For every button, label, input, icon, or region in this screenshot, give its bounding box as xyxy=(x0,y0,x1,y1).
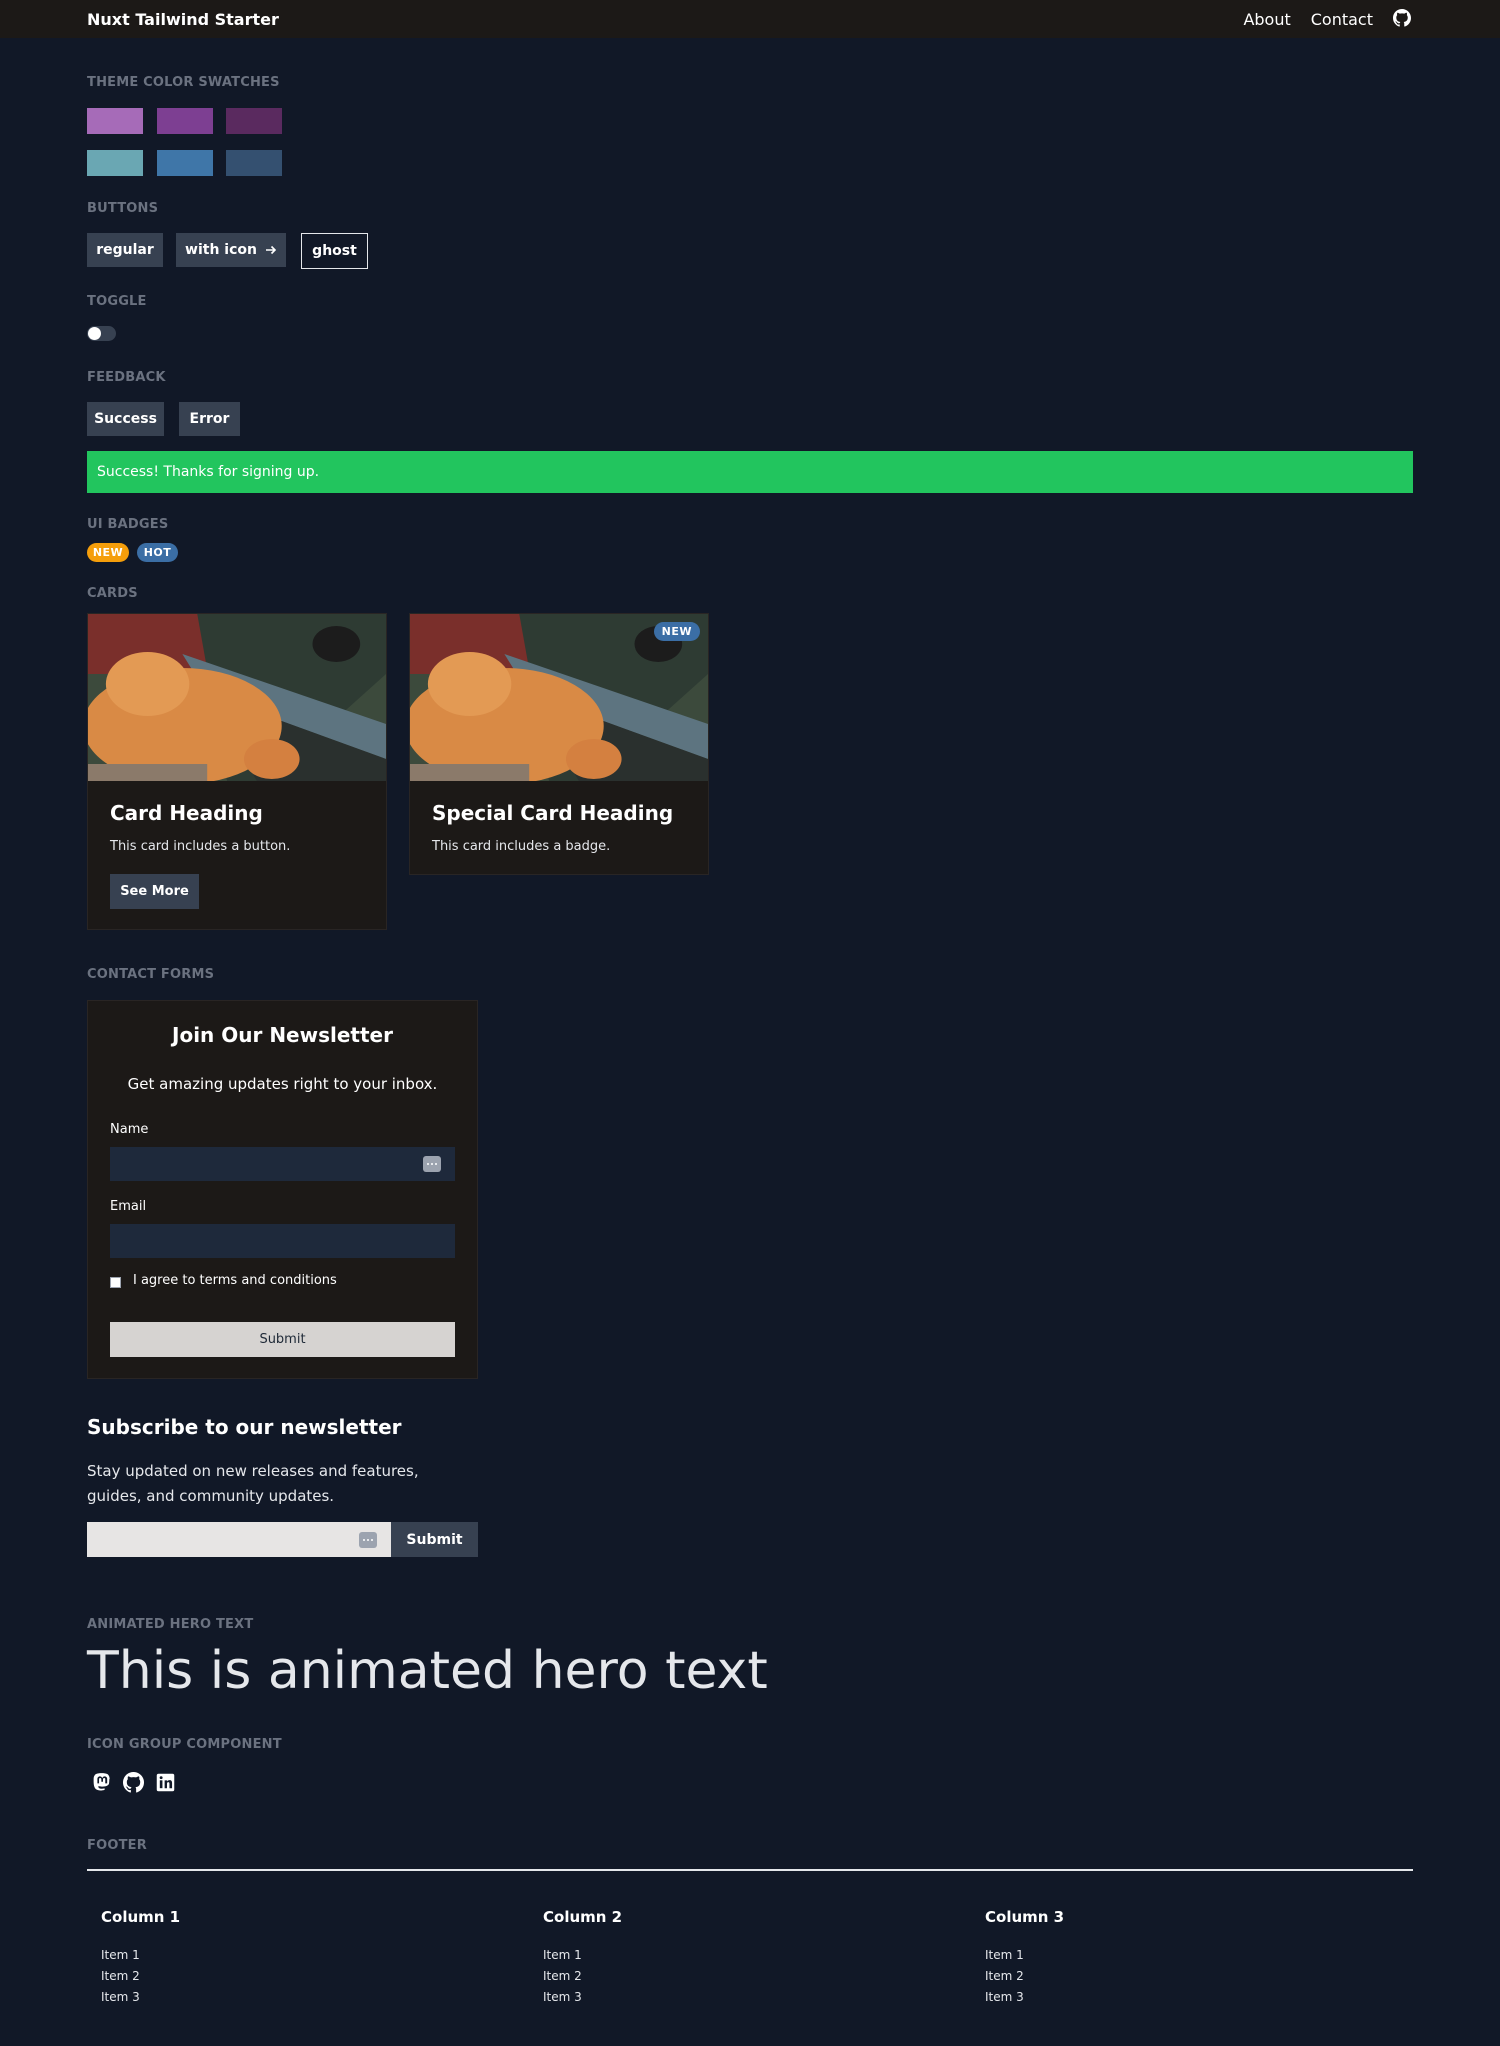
github-icon[interactable] xyxy=(1393,9,1413,29)
footer-column-title: Column 1 xyxy=(101,1908,181,1926)
name-label: Name xyxy=(110,1122,149,1137)
swatch-secondary-dark xyxy=(226,150,282,176)
card: Card Heading This card includes a button… xyxy=(87,613,387,930)
email-label: Email xyxy=(110,1199,147,1214)
hot-badge: HOT xyxy=(137,543,178,562)
form-subtitle: Get amazing updates right to your inbox. xyxy=(127,1075,438,1093)
with-icon-button-label: with icon xyxy=(185,242,257,258)
top-nav: About Contact xyxy=(1243,9,1413,29)
card-heading: Card Heading xyxy=(110,801,263,825)
card-new-badge: NEW xyxy=(653,622,700,641)
footer-item[interactable]: Item 1 xyxy=(543,1945,943,1966)
footer-item[interactable]: Item 2 xyxy=(101,1966,501,1987)
autofill-icon[interactable] xyxy=(359,1532,377,1548)
new-badge: NEW xyxy=(87,543,129,562)
toggle-knob xyxy=(88,327,101,340)
terms-checkbox[interactable] xyxy=(110,1277,121,1288)
footer-item[interactable]: Item 1 xyxy=(101,1945,501,1966)
card-image-cat xyxy=(88,614,386,781)
footer-column: Column 1 Item 1 Item 2 Item 3 xyxy=(101,1908,501,2008)
card-text: This card includes a button. xyxy=(110,839,291,854)
section-label-swatches: THEME COLOR SWATCHES xyxy=(87,75,280,90)
section-label-feedback: FEEDBACK xyxy=(87,370,166,385)
brand-title[interactable]: Nuxt Tailwind Starter xyxy=(87,10,279,29)
section-label-buttons: BUTTONS xyxy=(87,201,159,216)
email-field[interactable] xyxy=(110,1224,455,1258)
footer-item[interactable]: Item 2 xyxy=(543,1966,943,1987)
section-label-animated-hero: ANIMATED HERO TEXT xyxy=(87,1617,254,1632)
newsletter-form: Join Our Newsletter Get amazing updates … xyxy=(87,1000,478,1379)
card-heading: Special Card Heading xyxy=(432,801,674,825)
ghost-button[interactable]: ghost xyxy=(301,233,368,269)
footer-column: Column 2 Item 1 Item 2 Item 3 xyxy=(543,1908,943,2008)
nav-contact-link[interactable]: Contact xyxy=(1311,10,1373,29)
form-title: Join Our Newsletter xyxy=(172,1023,393,1047)
footer-item[interactable]: Item 3 xyxy=(543,1987,943,2008)
subscribe-title: Subscribe to our newsletter xyxy=(87,1415,402,1439)
swatch-primary-light xyxy=(87,108,143,134)
section-label-contact-forms: CONTACT FORMS xyxy=(87,967,215,982)
name-field[interactable] xyxy=(110,1147,455,1181)
see-more-button[interactable]: See More xyxy=(110,874,199,909)
footer-item[interactable]: Item 2 xyxy=(985,1966,1385,1987)
autofill-icon[interactable] xyxy=(423,1156,441,1172)
swatch-primary xyxy=(157,108,213,134)
footer-column-title: Column 2 xyxy=(543,1908,623,1926)
success-button[interactable]: Success xyxy=(87,402,164,436)
footer-item[interactable]: Item 3 xyxy=(985,1987,1385,2008)
card-text: This card includes a badge. xyxy=(432,839,611,854)
swatch-primary-dark xyxy=(226,108,282,134)
swatch-secondary xyxy=(157,150,213,176)
swatch-secondary-light xyxy=(87,150,143,176)
linkedin-icon[interactable] xyxy=(155,1772,176,1793)
footer-column: Column 3 Item 1 Item 2 Item 3 xyxy=(985,1908,1385,2008)
nav-about-link[interactable]: About xyxy=(1243,10,1290,29)
arrow-right-icon xyxy=(265,244,277,256)
section-label-footer: FOOTER xyxy=(87,1838,147,1853)
hero-text: This is animated hero text xyxy=(87,1641,768,1701)
section-label-badges: UI BADGES xyxy=(87,517,169,532)
subscribe-submit-button[interactable]: Submit xyxy=(391,1522,478,1557)
section-label-cards: CARDS xyxy=(87,586,138,601)
icon-group xyxy=(91,1772,176,1793)
footer-item[interactable]: Item 1 xyxy=(985,1945,1385,1966)
regular-button[interactable]: regular xyxy=(87,233,163,267)
mastodon-icon[interactable] xyxy=(91,1772,112,1793)
form-submit-button[interactable]: Submit xyxy=(110,1322,455,1357)
success-alert: Success! Thanks for signing up. xyxy=(87,451,1413,493)
toggle-switch[interactable] xyxy=(87,326,116,341)
terms-label: I agree to terms and conditions xyxy=(133,1273,337,1288)
section-label-toggle: TOGGLE xyxy=(87,294,147,309)
footer-item[interactable]: Item 3 xyxy=(101,1987,501,2008)
subscribe-text: Stay updated on new releases and feature… xyxy=(87,1462,419,1505)
footer-divider xyxy=(87,1869,1413,1871)
special-card: NEW Special Card Heading This card inclu… xyxy=(409,613,709,875)
github-icon[interactable] xyxy=(123,1772,144,1793)
subscribe-email-input[interactable] xyxy=(87,1522,391,1557)
section-label-icon-group: ICON GROUP COMPONENT xyxy=(87,1737,282,1752)
error-button[interactable]: Error xyxy=(179,402,240,436)
with-icon-button[interactable]: with icon xyxy=(176,233,286,267)
footer-column-title: Column 3 xyxy=(985,1908,1065,1926)
top-navbar: Nuxt Tailwind Starter About Contact xyxy=(0,0,1500,38)
